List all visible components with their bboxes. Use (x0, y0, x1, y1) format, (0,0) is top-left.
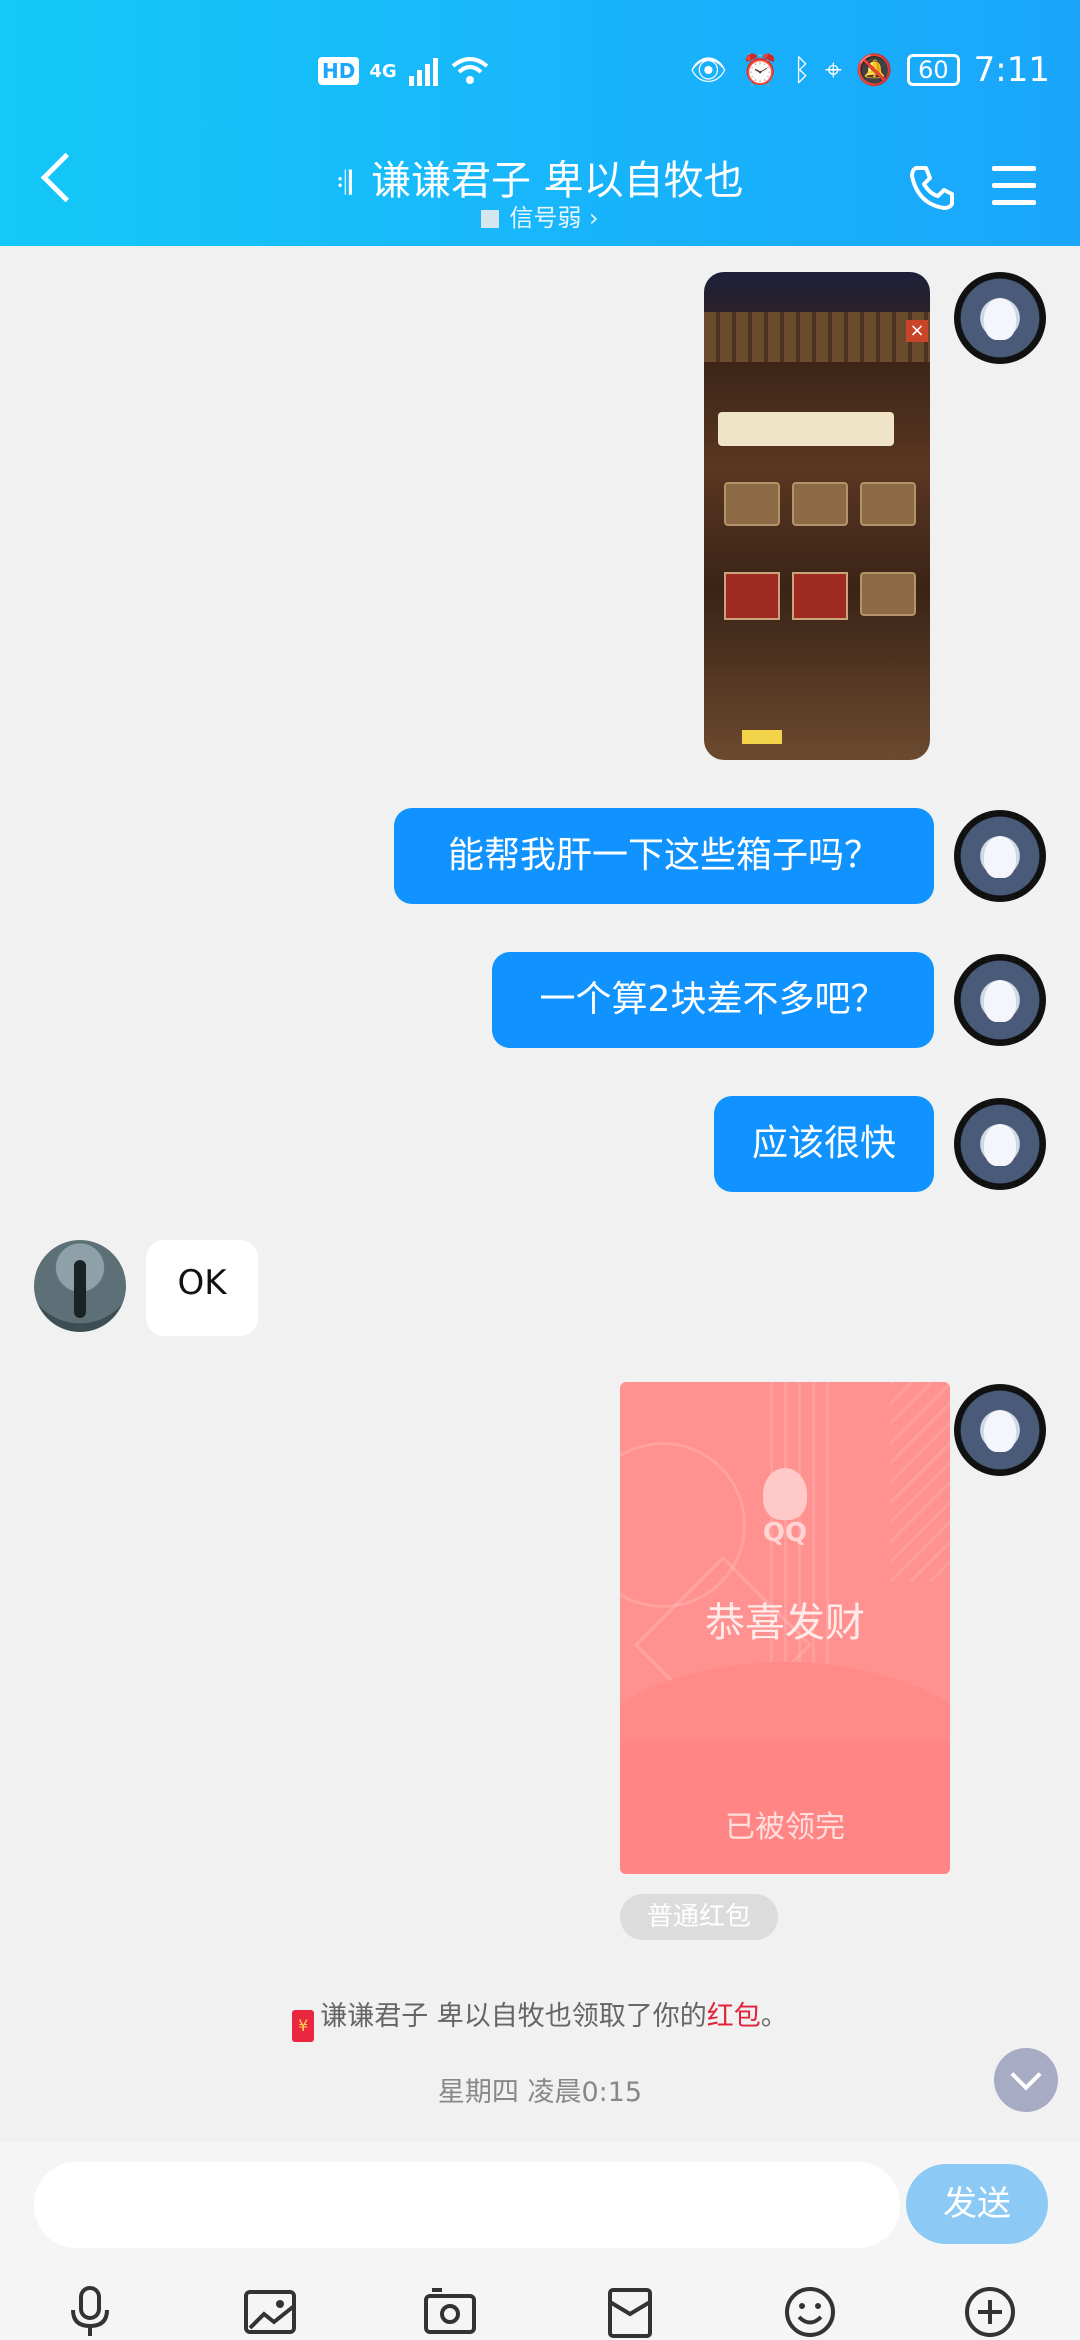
status-bar: HD 4G 👁 ⏰ ᛒ ⌖ 🔕 60 7:11 (0, 40, 1080, 116)
alarm-icon: ⏰ (741, 52, 779, 88)
red-packet-icon: ¥ (292, 2010, 315, 2042)
red-packet-card[interactable]: QQ 恭喜发财 已被领完 (620, 1382, 950, 1874)
my-avatar[interactable] (954, 954, 1046, 1046)
packet-pattern (890, 1382, 950, 1582)
system-message: ¥ 谦谦君子 卑以自牧也领取了你的红包。 (0, 1994, 1080, 2042)
network-label: 4G (369, 60, 397, 82)
system-message-end: 。 (760, 2001, 788, 2032)
weak-signal-icon (481, 210, 500, 228)
scroll-down-icon[interactable] (994, 2048, 1058, 2112)
image-decoration (704, 312, 930, 362)
ear-icon: 𝄇 (336, 164, 352, 202)
message-bubble-in[interactable]: OK (146, 1240, 258, 1336)
mute-icon: 🔕 (855, 52, 894, 88)
red-packet-link[interactable]: 红包 (707, 2001, 761, 2032)
image-note (718, 412, 894, 446)
chat-toolbar (0, 2284, 1080, 2340)
emoji-icon[interactable] (782, 2284, 838, 2340)
location-icon: ⌖ (824, 52, 842, 88)
chat-header: HD 4G 👁 ⏰ ᛒ ⌖ 🔕 60 7:11 𝄇 谦谦君子 卑以自牧也 信号弱… (0, 0, 1080, 246)
phone-icon[interactable] (906, 162, 956, 212)
menu-icon[interactable] (992, 166, 1036, 206)
my-avatar[interactable] (954, 810, 1046, 902)
battery-icon: 60 (907, 54, 960, 86)
system-message-middle: 领取了你的 (571, 2001, 707, 2032)
timestamp: 星期四 凌晨0:15 (437, 2077, 643, 2108)
message-input[interactable] (34, 2162, 900, 2248)
file-icon[interactable] (602, 2284, 658, 2340)
message-bubble-out[interactable]: 能帮我肝一下这些箱子吗？ (394, 808, 934, 904)
system-message-name: 谦谦君子 卑以自牧也 (320, 2001, 572, 2032)
send-button[interactable]: 发送 (906, 2164, 1048, 2244)
eye-icon: 👁 (689, 52, 728, 88)
status-left: HD 4G (318, 56, 489, 86)
image-box (792, 482, 848, 526)
image-icon[interactable] (242, 2284, 298, 2340)
image-tag (742, 730, 782, 744)
signal-icon (408, 58, 438, 86)
packet-greeting: 恭喜发财 (705, 1600, 865, 1646)
input-bar: 发送 (0, 2142, 1080, 2340)
image-box (792, 572, 848, 620)
plus-icon[interactable] (962, 2284, 1018, 2340)
message-bubble-out[interactable]: 应该很快 (714, 1096, 934, 1192)
hd-badge: HD (318, 57, 360, 85)
my-avatar[interactable] (954, 1384, 1046, 1476)
packet-status: 已被领完 (725, 1810, 845, 1845)
my-avatar[interactable] (954, 272, 1046, 364)
qq-penguin-icon (763, 1468, 807, 1520)
packet-type-badge: 普通红包 (620, 1894, 778, 1940)
packet-brand: QQ (762, 1518, 808, 1548)
mic-icon[interactable] (62, 2284, 118, 2340)
signal-label: 信号弱 › (509, 204, 599, 232)
wifi-icon (451, 57, 488, 84)
message-bubble-out[interactable]: 一个算2块差不多吧？ (492, 952, 934, 1048)
my-avatar[interactable] (954, 1098, 1046, 1190)
status-right: 👁 ⏰ ᛒ ⌖ 🔕 60 7:11 (689, 50, 1050, 90)
bluetooth-icon: ᛒ (792, 52, 811, 88)
image-box (724, 572, 780, 620)
image-box (860, 482, 916, 526)
image-box (860, 572, 916, 616)
clock: 7:11 (973, 50, 1050, 90)
image-close-mark: × (906, 320, 928, 342)
image-box (724, 482, 780, 526)
contact-avatar[interactable] (34, 1240, 126, 1332)
shared-image[interactable]: × (704, 272, 930, 760)
camera-icon[interactable] (422, 2284, 478, 2340)
